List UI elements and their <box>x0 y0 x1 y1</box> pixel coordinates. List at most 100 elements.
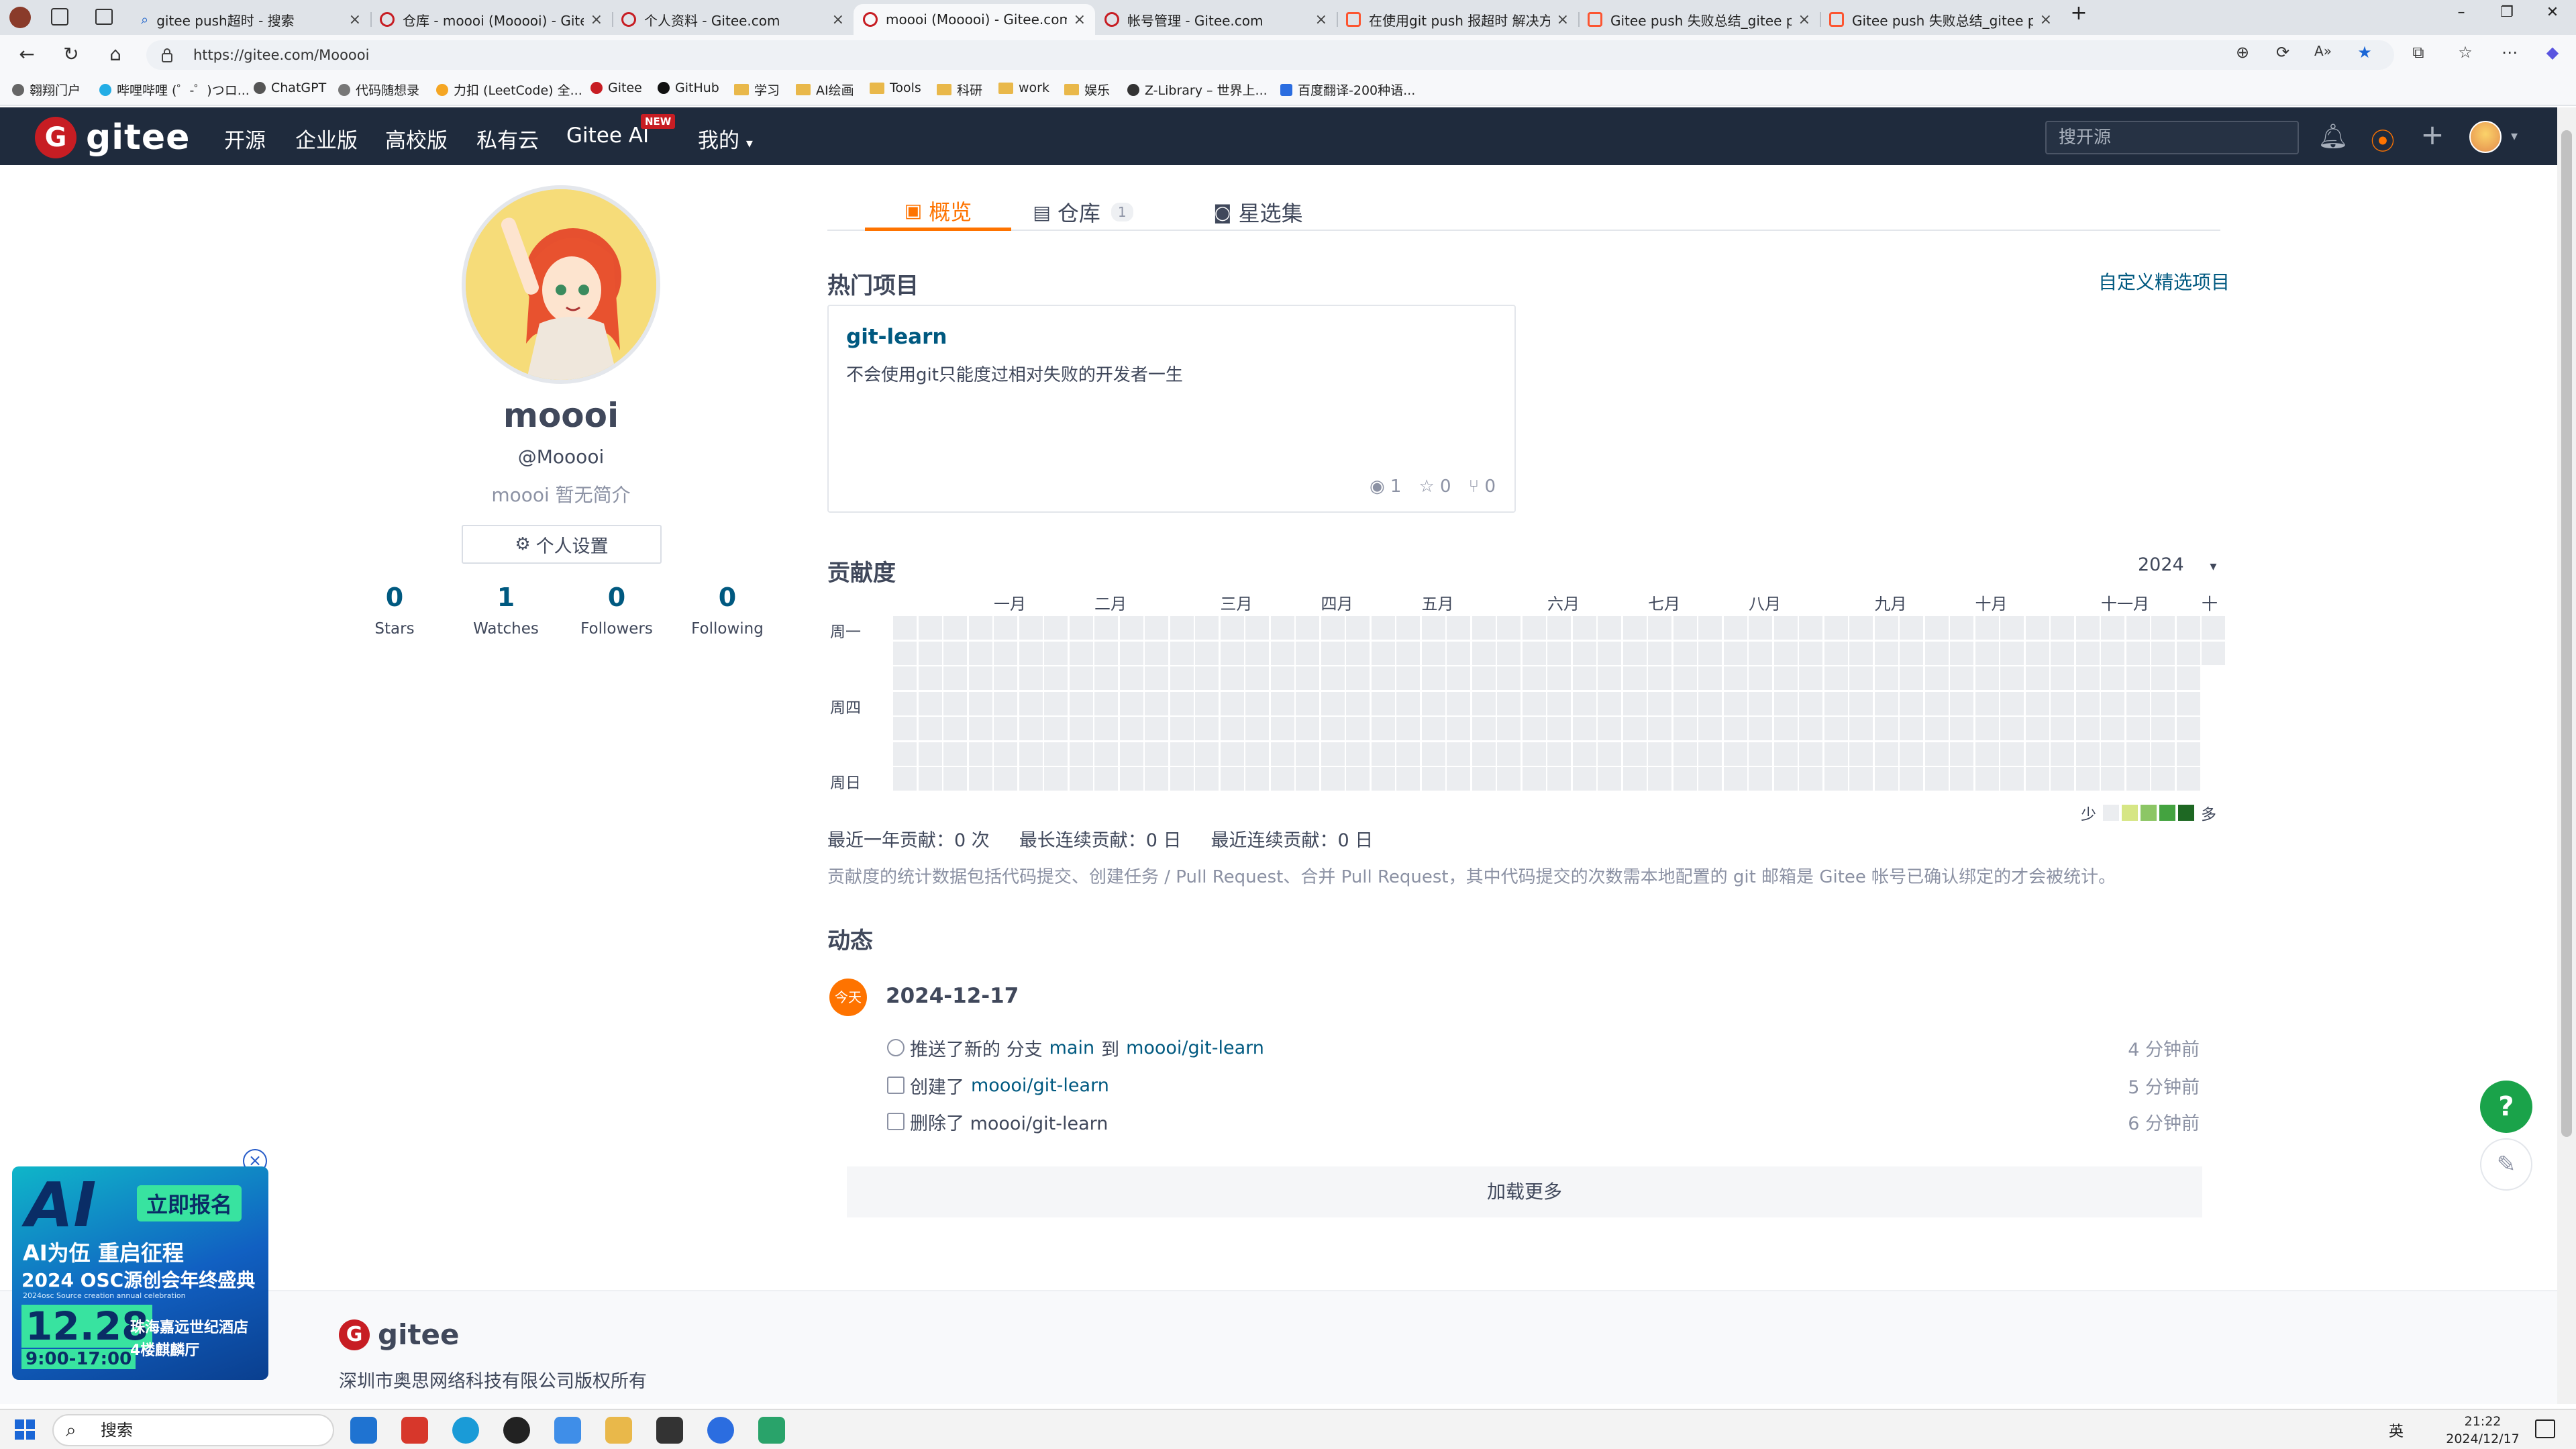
bookmark-item[interactable]: 翱翔门户 <box>12 81 81 99</box>
calendar-day-cell[interactable] <box>2075 742 2100 766</box>
calendar-day-cell[interactable] <box>1648 666 1671 690</box>
calendar-day-cell[interactable] <box>1773 616 1798 640</box>
calendar-day-cell[interactable] <box>2176 641 2200 665</box>
calendar-day-cell[interactable] <box>1094 742 1118 766</box>
calendar-day-cell[interactable] <box>1773 717 1798 740</box>
close-icon[interactable]: × <box>1074 11 1086 28</box>
bookmark-item[interactable]: 哔哩哔哩 (゜-゜)つロ... <box>99 81 250 99</box>
vscode-icon[interactable] <box>350 1417 377 1444</box>
calendar-day-cell[interactable] <box>1749 742 1772 766</box>
calendar-day-cell[interactable] <box>1900 691 1923 715</box>
bookmark-item[interactable]: 百度翻译-200种语... <box>1280 81 1415 99</box>
calendar-day-cell[interactable] <box>1723 717 1747 740</box>
calendar-day-cell[interactable] <box>1069 767 1093 791</box>
calendar-day-cell[interactable] <box>1245 616 1269 640</box>
calendar-day-cell[interactable] <box>943 616 967 640</box>
bell-icon[interactable]: 🔔︎ <box>2318 122 2349 150</box>
calendar-day-cell[interactable] <box>2000 742 2024 766</box>
calendar-day-cell[interactable] <box>1371 767 1395 791</box>
calendar-day-cell[interactable] <box>1799 691 1822 715</box>
calendar-day-cell[interactable] <box>943 717 967 740</box>
calendar-day-cell[interactable] <box>2151 742 2175 766</box>
calendar-day-cell[interactable] <box>1648 616 1671 640</box>
calendar-day-cell[interactable] <box>1723 691 1747 715</box>
calendar-day-cell[interactable] <box>1598 616 1621 640</box>
calendar-day-cell[interactable] <box>1069 641 1093 665</box>
calendar-day-cell[interactable] <box>1900 742 1923 766</box>
calendar-day-cell[interactable] <box>1622 641 1647 665</box>
footer-logo[interactable]: G gitee <box>339 1318 460 1351</box>
calendar-day-cell[interactable] <box>1447 616 1470 640</box>
calendar-day-cell[interactable] <box>968 666 992 690</box>
calendar-day-cell[interactable] <box>1849 616 1873 640</box>
calendar-day-cell[interactable] <box>1622 691 1647 715</box>
calendar-day-cell[interactable] <box>2151 767 2175 791</box>
calendar-day-cell[interactable] <box>1170 616 1194 640</box>
calendar-day-cell[interactable] <box>1044 666 1068 690</box>
calendar-day-cell[interactable] <box>1522 767 1546 791</box>
calendar-day-cell[interactable] <box>1472 691 1496 715</box>
tab-gitee-repos[interactable]: 仓库 - moooi (Mooooi) - Gitee.co × <box>370 4 613 35</box>
calendar-day-cell[interactable] <box>1824 767 1848 791</box>
calendar-day-cell[interactable] <box>1346 742 1370 766</box>
ime-indicator[interactable]: 英 <box>2389 1419 2404 1441</box>
bookmark-item[interactable]: ChatGPT <box>254 81 326 95</box>
calendar-day-cell[interactable] <box>994 767 1017 791</box>
calendar-day-cell[interactable] <box>1924 666 1949 690</box>
calendar-day-cell[interactable] <box>1119 767 1143 791</box>
calendar-day-cell[interactable] <box>1472 641 1496 665</box>
calendar-day-cell[interactable] <box>943 641 967 665</box>
calendar-day-cell[interactable] <box>968 767 992 791</box>
calendar-day-cell[interactable] <box>1019 691 1043 715</box>
app-icon[interactable] <box>758 1417 785 1444</box>
nav-gitee-ai[interactable]: Gitee AI <box>566 123 649 148</box>
calendar-day-cell[interactable] <box>1749 641 1772 665</box>
calendar-day-cell[interactable] <box>1220 767 1244 791</box>
calendar-day-cell[interactable] <box>1346 691 1370 715</box>
calendar-day-cell[interactable] <box>943 742 967 766</box>
calendar-day-cell[interactable] <box>1522 616 1546 640</box>
typora-icon[interactable] <box>656 1417 683 1444</box>
calendar-day-cell[interactable] <box>1648 691 1671 715</box>
calendar-day-cell[interactable] <box>968 616 992 640</box>
calendar-day-cell[interactable] <box>1497 767 1521 791</box>
calendar-day-cell[interactable] <box>1195 691 1219 715</box>
minimize-button[interactable]: – <box>2448 4 2475 21</box>
calendar-day-cell[interactable] <box>1648 767 1671 791</box>
calendar-day-cell[interactable] <box>1924 691 1949 715</box>
project-card[interactable]: git-learn 不会使用git只能度过相对失败的开发者一生 ◉ 1 ☆ 0 … <box>827 305 1516 513</box>
calendar-day-cell[interactable] <box>2000 616 2024 640</box>
refresh-icon[interactable]: ↻ <box>58 43 85 65</box>
calendar-day-cell[interactable] <box>2126 742 2150 766</box>
calendar-day-cell[interactable] <box>1094 767 1118 791</box>
tab-actions-icon[interactable] <box>95 9 113 25</box>
windows-start-icon[interactable] <box>15 1419 35 1440</box>
calendar-day-cell[interactable] <box>893 691 917 715</box>
calendar-day-cell[interactable] <box>1497 691 1521 715</box>
calendar-day-cell[interactable] <box>918 717 942 740</box>
calendar-day-cell[interactable] <box>1572 641 1596 665</box>
calendar-day-cell[interactable] <box>1773 742 1798 766</box>
bookmark-item[interactable]: GitHub <box>658 81 719 95</box>
calendar-day-cell[interactable] <box>1472 767 1496 791</box>
calendar-day-cell[interactable] <box>1749 616 1772 640</box>
tab-gitee-push-search[interactable]: ⌕ gitee push超时 - 搜索 × <box>132 4 372 35</box>
calendar-day-cell[interactable] <box>1598 641 1621 665</box>
calendar-day-cell[interactable] <box>1572 717 1596 740</box>
calendar-day-cell[interactable] <box>1950 691 1973 715</box>
calendar-day-cell[interactable] <box>1598 742 1621 766</box>
calendar-day-cell[interactable] <box>1145 691 1168 715</box>
zoom-icon[interactable]: ⊕ <box>2229 43 2256 62</box>
repo-link[interactable]: moooi/git-learn <box>971 1075 1109 1096</box>
calendar-day-cell[interactable] <box>2075 691 2100 715</box>
calendar-day-cell[interactable] <box>1195 616 1219 640</box>
calendar-day-cell[interactable] <box>1723 616 1747 640</box>
calendar-day-cell[interactable] <box>1421 666 1445 690</box>
calendar-day-cell[interactable] <box>1421 767 1445 791</box>
calendar-day-cell[interactable] <box>2176 767 2200 791</box>
calendar-day-cell[interactable] <box>1975 717 1999 740</box>
calendar-day-cell[interactable] <box>1497 616 1521 640</box>
calendar-day-cell[interactable] <box>1773 666 1798 690</box>
calendar-day-cell[interactable] <box>1019 742 1043 766</box>
stat-stars[interactable]: 0 Stars <box>338 583 452 638</box>
